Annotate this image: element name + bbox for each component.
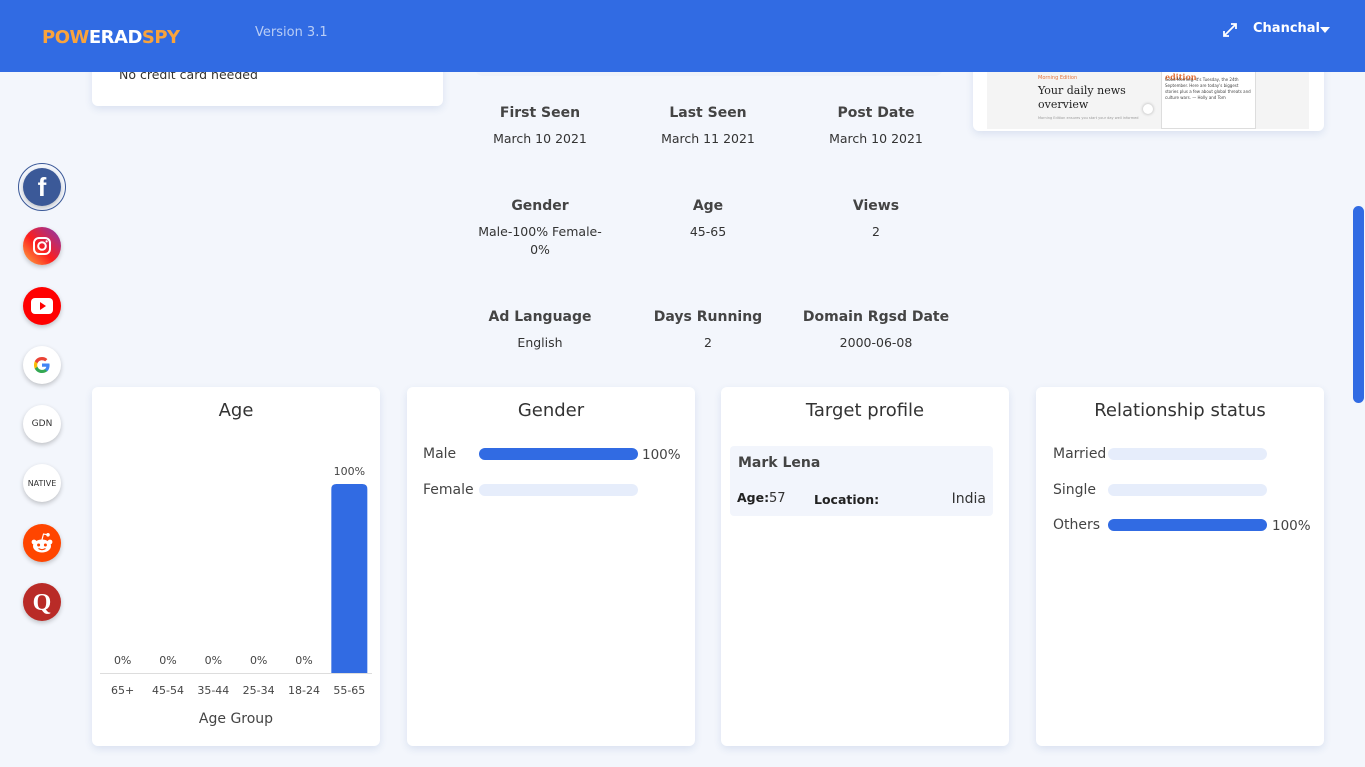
reddit-icon[interactable] — [23, 524, 61, 562]
top-navbar: POWERADSPY Version 3.1 Chanchal — [0, 0, 1365, 72]
stat-value: 2 — [704, 335, 712, 350]
stat-first-seen: First Seen March 10 2021 — [460, 105, 620, 148]
gender-male-label: Male — [423, 446, 457, 462]
target-profile-title: Target profile — [805, 400, 925, 421]
native-icon[interactable]: NATIVE — [23, 464, 61, 502]
profile-age-label: Age: — [737, 490, 770, 505]
stat-label: Views — [852, 198, 900, 214]
svg-text:f: f — [38, 172, 47, 202]
age-tick-label: 18-24 — [288, 684, 320, 697]
quora-icon[interactable]: Q — [23, 583, 61, 621]
age-tick-label: 65+ — [111, 684, 134, 697]
gender-male-pct: 100% — [642, 447, 681, 463]
stat-value: English — [517, 335, 563, 350]
gender-card: Gender Male 100% Female — [407, 387, 695, 746]
stat-label: Post Date — [837, 105, 915, 121]
chevron-down-icon[interactable] — [1320, 27, 1330, 33]
profile-age-value: 57 — [769, 491, 786, 506]
stat-value: 45-65 — [689, 224, 727, 239]
logo-text-4: SPY — [141, 27, 180, 48]
stat-label: First Seen — [499, 105, 581, 121]
logo-text-2: ER — [88, 27, 115, 48]
stat-value: 2000-06-08 — [839, 335, 913, 350]
age-data-label: 0% — [159, 654, 176, 667]
age-card: Age 0% 65+ 0% 45-54 0% 35-44 0% 25-34 0% 18-24 100… — [92, 387, 380, 746]
stat-days-running: Days Running 2 — [628, 309, 788, 352]
profile-box: Mark Lena Age: 57 Location: India — [730, 446, 993, 516]
age-tick-label: 35-44 — [197, 684, 229, 697]
rel-others-label: Others — [1053, 517, 1101, 533]
relationship-card-title: Relationship status — [1094, 400, 1266, 421]
age-tick-label: 25-34 — [243, 684, 275, 697]
age-tick-label: 55-65 — [333, 684, 365, 697]
rel-others-bar — [1108, 519, 1267, 531]
gender-male-bar — [479, 448, 638, 460]
gdn-icon[interactable]: GDN — [23, 405, 61, 443]
user-menu[interactable]: Chanchal — [1253, 21, 1320, 36]
logo-text-3: AD — [114, 27, 142, 48]
svg-text:Q: Q — [33, 590, 52, 616]
scrollbar-thumb[interactable] — [1353, 206, 1364, 403]
phone-text: Good Morning. It's Tuesday, the 24th Sep… — [1165, 77, 1251, 100]
stat-value: 2 — [872, 224, 880, 239]
stat-last-seen: Last Seen March 11 2021 — [628, 105, 788, 148]
stat-label: Age — [692, 198, 724, 214]
rel-married-bar — [1108, 448, 1267, 460]
stat-value: March 10 2021 — [493, 131, 587, 146]
rel-married-label: Married — [1053, 446, 1107, 462]
stat-value: Male-100% Female-0% — [478, 224, 602, 257]
fullscreen-icon[interactable] — [1222, 22, 1238, 38]
preview-headline: Your daily news overview — [1038, 84, 1126, 111]
preview-dot — [1143, 104, 1153, 114]
profile-location-label: Location: — [814, 492, 880, 507]
gender-female-bar — [479, 484, 638, 496]
age-data-label: 100% — [334, 465, 365, 478]
age-data-label: 0% — [295, 654, 312, 667]
age-bar-55-65 — [331, 484, 368, 673]
age-data-label: 0% — [250, 654, 267, 667]
stat-label: Last Seen — [669, 105, 747, 121]
age-data-label: 0% — [114, 654, 131, 667]
stat-ad-language: Ad Language English — [460, 309, 620, 352]
stat-post-date: Post Date March 10 2021 — [796, 105, 956, 148]
age-tick-label: 45-54 — [152, 684, 184, 697]
stat-label: Domain Rgsd Date — [802, 309, 950, 325]
target-profile-card: Target profile Mark Lena Age: 57 Locatio… — [721, 387, 1009, 746]
logo-text-1: POW — [42, 27, 89, 48]
scrollbar-track[interactable] — [1352, 72, 1365, 767]
stat-label: Gender — [511, 198, 569, 214]
facebook-icon[interactable]: f — [18, 163, 66, 211]
version-label: Version 3.1 — [255, 25, 328, 40]
profile-name: Mark Lena — [738, 455, 821, 471]
age-bar-chart: 0% 65+ 0% 45-54 0% 35-44 0% 25-34 0% 18-24 100% 55-… — [100, 465, 372, 727]
age-data-label: 0% — [205, 654, 222, 667]
preview-subtext: Morning Edition ensures you start your d… — [1038, 116, 1139, 120]
gender-card-title: Gender — [517, 400, 585, 421]
rel-others-fill — [1108, 519, 1267, 531]
rel-single-label: Single — [1053, 482, 1097, 498]
stat-domain-date: Domain Rgsd Date 2000-06-08 — [796, 309, 956, 352]
google-icon[interactable] — [23, 346, 61, 384]
relationship-card: Relationship status Married Single Other… — [1036, 387, 1324, 746]
stat-label: Days Running — [653, 309, 763, 325]
gender-male-fill — [479, 448, 638, 460]
stat-value: March 10 2021 — [829, 131, 923, 146]
preview-tag: Morning Edition — [1038, 75, 1078, 81]
stat-label: Ad Language — [488, 309, 592, 325]
stat-views: Views 2 — [796, 198, 956, 241]
stat-gender: Gender Male-100% Female-0% — [460, 198, 620, 259]
profile-location-value: India — [951, 491, 986, 507]
gender-female-label: Female — [423, 482, 474, 498]
stat-value: March 11 2021 — [661, 131, 755, 146]
rel-others-pct: 100% — [1272, 518, 1311, 534]
instagram-icon[interactable] — [23, 227, 61, 265]
stat-age: Age 45-65 — [628, 198, 788, 241]
rel-single-bar — [1108, 484, 1267, 496]
poweradspy-logo[interactable]: POWERADSPY — [42, 27, 180, 48]
age-x-axis-label: Age Group — [199, 711, 273, 727]
youtube-icon[interactable] — [23, 287, 61, 325]
